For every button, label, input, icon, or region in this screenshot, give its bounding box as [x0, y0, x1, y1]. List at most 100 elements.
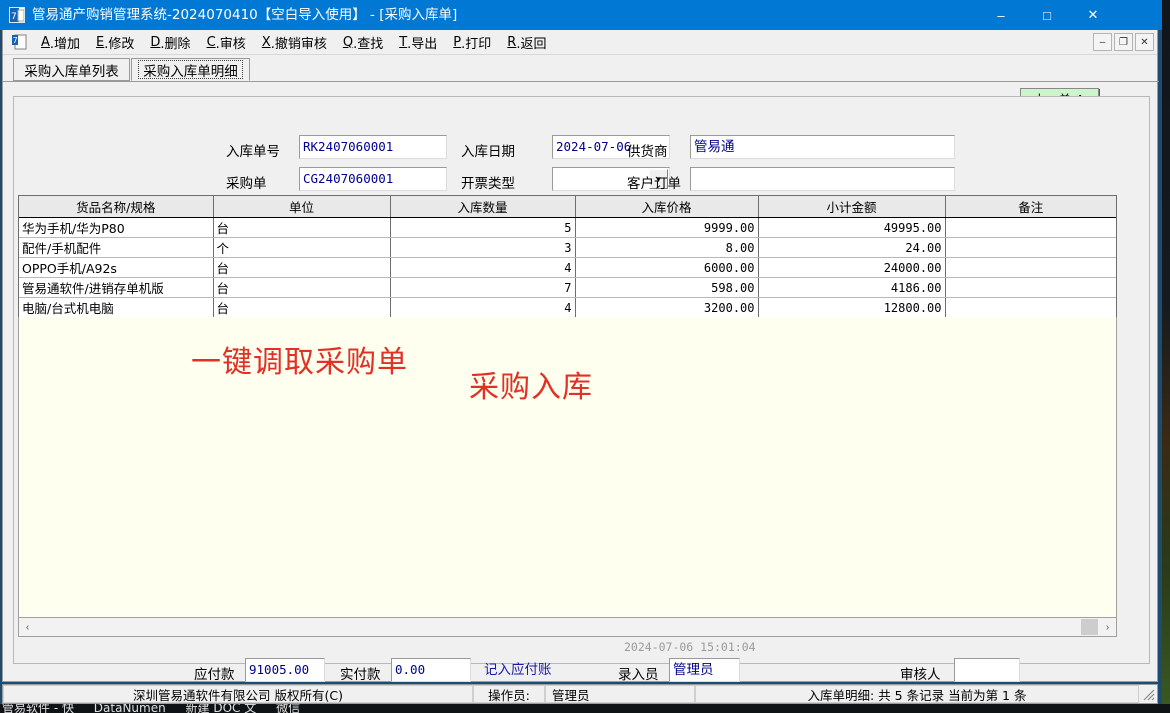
cell-price[interactable]: 598.00: [575, 278, 758, 298]
col-header-quantity[interactable]: 入库数量: [390, 196, 575, 218]
resize-grip-icon[interactable]: [1139, 685, 1157, 703]
cell-price[interactable]: 3200.00: [575, 298, 758, 318]
auditor-input[interactable]: [954, 658, 1020, 682]
operator-input[interactable]: 管理员: [669, 658, 740, 682]
maximize-icon[interactable]: □: [1024, 0, 1070, 30]
table-row[interactable]: 配件/手机配件 个 3 8.00 24.00: [19, 238, 1116, 258]
scroll-left-icon[interactable]: ‹: [19, 618, 36, 636]
menu-bar: 7 A.增加 E.修改 D.删除 C.审核 X.撤销审核 Q.查找 T.导出 P…: [3, 30, 1157, 55]
col-header-note[interactable]: 备注: [945, 196, 1116, 218]
menu-item-return[interactable]: R.返回: [499, 31, 554, 54]
cell-quantity[interactable]: 7: [390, 278, 575, 298]
cell-amount[interactable]: 24.00: [758, 238, 945, 258]
cell-amount[interactable]: 12800.00: [758, 298, 945, 318]
menu-hotkey: E: [96, 35, 104, 50]
taskbar-item[interactable]: 管易软件 - 快: [2, 704, 74, 713]
col-header-amount[interactable]: 小计金额: [758, 196, 945, 218]
customer-order-input[interactable]: [690, 167, 955, 191]
cell-item-name[interactable]: 管易通软件/进销存单机版: [19, 278, 213, 298]
inbound-no-input[interactable]: RK2407060001: [299, 135, 447, 159]
status-bar: 深圳管易通软件有限公司 版权所有(C) 操作员: 管理员 入库单明细: 共 5 …: [2, 684, 1158, 704]
tab-purchase-inbound-detail[interactable]: 采购入库单明细: [131, 58, 250, 81]
menu-label: .审核: [216, 33, 246, 52]
window-title: 管易通产购销管理系统-2024070410【空白导入使用】 - [采购入库单]: [32, 6, 457, 24]
menu-item-add[interactable]: A.增加: [33, 31, 88, 54]
taskbar-item[interactable]: 新建 DOC 文: [186, 704, 257, 713]
menu-item-audit[interactable]: C.审核: [199, 31, 254, 54]
cell-quantity[interactable]: 5: [390, 218, 575, 238]
cell-unit[interactable]: 台: [213, 298, 390, 318]
mdi-child-window: 7 A.增加 E.修改 D.删除 C.审核 X.撤销审核 Q.查找 T.导出 P…: [2, 30, 1158, 682]
cell-note[interactable]: [945, 298, 1116, 318]
supplier-input[interactable]: 管易通: [690, 135, 955, 159]
table-row[interactable]: OPPO手机/A92s 台 4 6000.00 24000.00: [19, 258, 1116, 278]
table-row[interactable]: 管易通软件/进销存单机版 台 7 598.00 4186.00: [19, 278, 1116, 298]
cell-item-name[interactable]: 华为手机/华为P80: [19, 218, 213, 238]
col-header-item-name[interactable]: 货品名称/规格: [19, 196, 213, 218]
tab-purchase-inbound-list[interactable]: 采购入库单列表: [13, 58, 130, 81]
cell-quantity[interactable]: 3: [390, 238, 575, 258]
cell-price[interactable]: 6000.00: [575, 258, 758, 278]
cell-note[interactable]: [945, 238, 1116, 258]
taskbar-item[interactable]: 微信: [276, 704, 300, 713]
label-invoice-type: 开票类型: [461, 172, 515, 192]
cell-amount[interactable]: 4186.00: [758, 278, 945, 298]
application-window: 7 管易通产购销管理系统-2024070410【空白导入使用】 - [采购入库单…: [0, 0, 1162, 713]
label-purchase-order: 采购单: [226, 172, 267, 192]
cell-price[interactable]: 9999.00: [575, 218, 758, 238]
col-header-price[interactable]: 入库价格: [575, 196, 758, 218]
cell-unit[interactable]: 台: [213, 258, 390, 278]
cell-note[interactable]: [945, 218, 1116, 238]
cell-note[interactable]: [945, 278, 1116, 298]
table-row[interactable]: 华为手机/华为P80 台 5 9999.00 49995.00: [19, 218, 1116, 238]
mdi-restore-icon[interactable]: ❐: [1114, 33, 1133, 51]
cell-quantity[interactable]: 4: [390, 258, 575, 278]
menu-item-edit[interactable]: E.修改: [88, 31, 142, 54]
col-header-unit[interactable]: 单位: [213, 196, 390, 218]
menu-item-list: A.增加 E.修改 D.删除 C.审核 X.撤销审核 Q.查找 T.导出 P.打…: [33, 30, 554, 55]
tab-separator: [3, 81, 1159, 82]
mdi-minimize-icon[interactable]: –: [1093, 33, 1112, 51]
menu-item-print[interactable]: P.打印: [445, 31, 499, 54]
cell-unit[interactable]: 台: [213, 218, 390, 238]
menu-hotkey: R: [507, 35, 516, 50]
cell-unit[interactable]: 个: [213, 238, 390, 258]
minimize-icon[interactable]: –: [978, 0, 1024, 30]
menu-label: .增加: [50, 33, 80, 52]
taskbar-item[interactable]: DataNumen: [94, 704, 166, 713]
cell-note[interactable]: [945, 258, 1116, 278]
tab-strip: 采购入库单列表 采购入库单明细: [3, 55, 1157, 82]
purchase-order-input[interactable]: CG2407060001: [299, 167, 447, 191]
app-icon: 7: [9, 7, 25, 23]
cell-price[interactable]: 8.00: [575, 238, 758, 258]
mdi-close-icon[interactable]: ✕: [1135, 33, 1154, 51]
close-icon[interactable]: ✕: [1070, 0, 1116, 30]
cell-item-name[interactable]: 电脑/台式机电脑: [19, 298, 213, 318]
table-row[interactable]: 电脑/台式机电脑 台 4 3200.00 12800.00: [19, 298, 1116, 318]
cell-quantity[interactable]: 4: [390, 298, 575, 318]
cell-item-name[interactable]: 配件/手机配件: [19, 238, 213, 258]
cell-unit[interactable]: 台: [213, 278, 390, 298]
cell-amount[interactable]: 24000.00: [758, 258, 945, 278]
record-payable-link[interactable]: 记入应付账: [484, 658, 552, 678]
paid-input[interactable]: 0.00: [391, 658, 471, 682]
tab-label: 采购入库单明细: [138, 60, 243, 79]
payable-input[interactable]: 91005.00: [245, 658, 325, 682]
status-operator-label: 操作员:: [473, 685, 545, 703]
menu-item-cancel-audit[interactable]: X.撤销审核: [254, 31, 335, 54]
label-inbound-date: 入库日期: [461, 140, 515, 160]
cell-amount[interactable]: 49995.00: [758, 218, 945, 238]
menu-label: .查找: [353, 33, 383, 52]
menu-item-find[interactable]: Q.查找: [335, 31, 391, 54]
horizontal-scrollbar[interactable]: ‹ ›: [18, 617, 1117, 637]
cell-item-name[interactable]: OPPO手机/A92s: [19, 258, 213, 278]
inbound-items-grid[interactable]: 货品名称/规格 单位 入库数量 入库价格 小计金额 备注 华为手机/华为P80 …: [18, 195, 1117, 337]
menu-hotkey: C: [207, 35, 216, 50]
menu-item-export[interactable]: T.导出: [391, 31, 445, 54]
scroll-right-icon[interactable]: ›: [1099, 618, 1116, 636]
menu-item-delete[interactable]: D.删除: [142, 31, 198, 54]
menu-label: .导出: [407, 33, 437, 52]
label-customer-order: 客户订单: [627, 172, 681, 192]
scrollbar-thumb[interactable]: [1081, 619, 1098, 635]
taskbar[interactable]: 管易软件 - 快 DataNumen 新建 DOC 文 微信: [0, 704, 1170, 713]
